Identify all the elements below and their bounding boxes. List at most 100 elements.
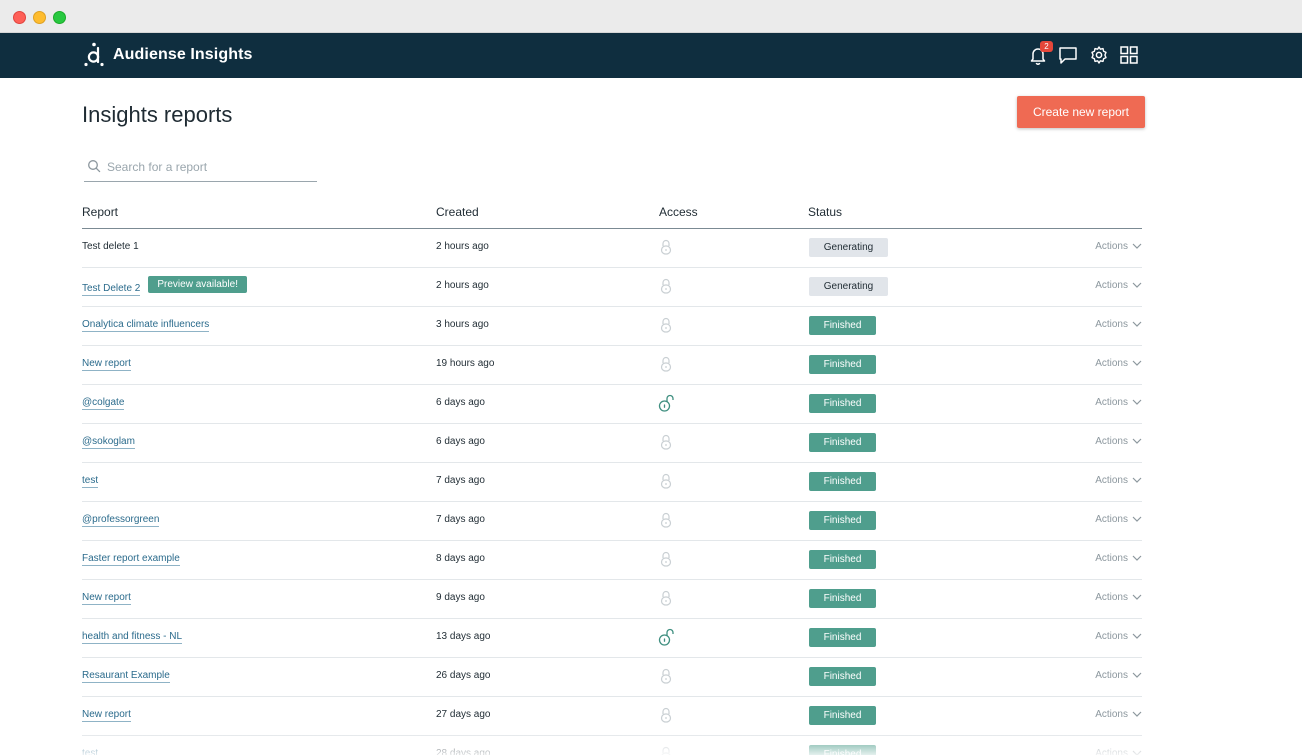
search-input[interactable] [107,157,312,177]
lock-icon[interactable] [658,745,674,755]
report-cell: Test delete 1 [82,241,139,252]
report-link[interactable]: New report [82,592,131,605]
created-cell: 26 days ago [436,670,491,681]
report-link[interactable]: New report [82,358,131,371]
created-cell: 2 hours ago [436,241,489,252]
actions-dropdown[interactable]: Actions [1095,631,1142,642]
unlocked-icon[interactable] [658,628,674,646]
lock-icon[interactable] [658,316,674,334]
report-link[interactable]: New report [82,709,131,722]
report-cell: test [82,748,99,755]
search-icon [87,159,101,173]
report-cell: @sokoglam [82,436,135,449]
table-row: New report 9 days ago Finished Actions [82,580,1142,619]
table-header: Report Created Access Status [82,200,1142,229]
report-link[interactable]: @professorgreen [82,514,160,527]
actions-dropdown[interactable]: Actions [1095,709,1142,720]
actions-label: Actions [1095,709,1128,720]
brand-name[interactable]: Audiense Insights [113,46,253,64]
actions-dropdown[interactable]: Actions [1095,748,1142,755]
actions-dropdown[interactable]: Actions [1095,358,1142,369]
create-new-report-button[interactable]: Create new report [1017,96,1145,128]
window-close-button[interactable] [13,11,26,24]
report-link[interactable]: Onalytica climate influencers [82,319,210,332]
report-link[interactable]: @colgate [82,397,125,410]
column-header-created[interactable]: Created [436,205,479,219]
actions-dropdown[interactable]: Actions [1095,397,1142,408]
lock-icon[interactable] [658,472,674,490]
report-link[interactable]: test [82,748,99,755]
chevron-down-icon [1128,670,1142,681]
report-cell: Resaurant Example [82,670,170,683]
lock-icon[interactable] [658,550,674,568]
actions-label: Actions [1095,280,1128,291]
chevron-down-icon [1128,553,1142,564]
lock-icon[interactable] [658,589,674,607]
status-badge: Finished [809,550,876,569]
actions-dropdown[interactable]: Actions [1095,436,1142,447]
table-row: health and fitness - NL 13 days ago Finish… [82,619,1142,658]
lock-icon[interactable] [658,238,674,256]
created-cell: 19 hours ago [436,358,495,369]
report-cell: health and fitness - NL [82,631,183,644]
lock-icon[interactable] [658,706,674,724]
report-cell: Test Delete 2 Preview available! [82,276,247,297]
lock-icon[interactable] [658,433,674,451]
actions-dropdown[interactable]: Actions [1095,553,1142,564]
actions-dropdown[interactable]: Actions [1095,475,1142,486]
status-badge: Finished [809,667,876,686]
lock-icon[interactable] [658,277,674,295]
report-cell: New report [82,358,131,371]
report-link[interactable]: Test Delete 2 [82,283,141,296]
column-header-access: Access [659,205,698,219]
chevron-down-icon [1128,631,1142,642]
lock-icon[interactable] [658,511,674,529]
window-minimize-button[interactable] [33,11,46,24]
actions-dropdown[interactable]: Actions [1095,319,1142,330]
status-badge: Finished [809,745,876,755]
actions-dropdown[interactable]: Actions [1095,514,1142,525]
actions-dropdown[interactable]: Actions [1095,241,1142,252]
table-row: New report 27 days ago Finished Actions [82,697,1142,736]
actions-dropdown[interactable]: Actions [1095,670,1142,681]
apps-grid-icon[interactable] [1118,44,1140,66]
report-link[interactable]: Faster report example [82,553,180,566]
created-cell: 9 days ago [436,592,485,603]
status-badge: Finished [809,589,876,608]
table-row: Faster report example 8 days ago Finished A… [82,541,1142,580]
lock-icon[interactable] [658,355,674,373]
search-box[interactable] [84,153,317,182]
created-cell: 8 days ago [436,553,485,564]
report-link[interactable]: @sokoglam [82,436,135,449]
actions-label: Actions [1095,319,1128,330]
actions-dropdown[interactable]: Actions [1095,280,1142,291]
table-row: @sokoglam 6 days ago Finished Actions [82,424,1142,463]
actions-label: Actions [1095,358,1128,369]
table-row: @colgate 6 days ago Finished Actions [82,385,1142,424]
window-maximize-button[interactable] [53,11,66,24]
table-row: Test Delete 2 Preview available! 2 hours a… [82,268,1142,307]
notifications-badge[interactable]: 2 [1040,41,1053,52]
report-link[interactable]: health and fitness - NL [82,631,183,644]
table-row: New report 19 hours ago Finished Actions [82,346,1142,385]
audiense-logo-icon[interactable] [83,42,105,68]
report-link[interactable]: Resaurant Example [82,670,170,683]
status-badge: Finished [809,433,876,452]
report-cell: @professorgreen [82,514,160,527]
report-cell: test [82,475,99,488]
preview-available-badge[interactable]: Preview available! [148,276,247,293]
lock-icon[interactable] [658,667,674,685]
status-badge: Finished [809,628,876,647]
unlocked-icon[interactable] [658,394,674,412]
column-header-report[interactable]: Report [82,205,118,219]
chat-icon[interactable] [1057,44,1079,66]
report-link[interactable]: test [82,475,99,488]
app-header: Audiense Insights 2 [0,33,1302,78]
actions-dropdown[interactable]: Actions [1095,592,1142,603]
gear-icon[interactable] [1088,44,1110,66]
chevron-down-icon [1128,241,1142,252]
chevron-down-icon [1128,709,1142,720]
actions-label: Actions [1095,631,1128,642]
chevron-down-icon [1128,319,1142,330]
created-cell: 13 days ago [436,631,491,642]
